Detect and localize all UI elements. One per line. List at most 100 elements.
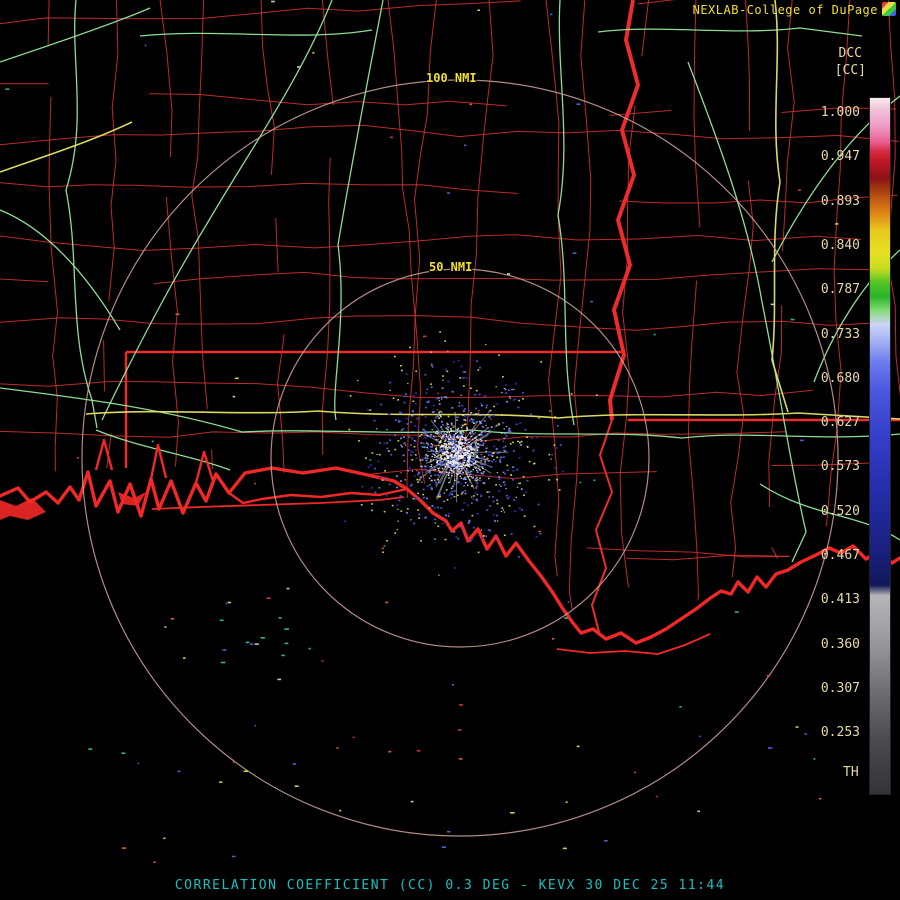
echo-pixel [459,475,462,477]
clutter-speck [766,674,771,677]
echo-pixel [464,466,466,468]
echo-pixel [424,454,427,457]
echo-pixel [436,461,438,464]
echo-pixel [484,463,487,465]
echo-pixel [501,507,504,509]
echo-pixel [468,462,471,464]
echo-pixel [449,457,452,460]
echo-pixel [549,410,551,412]
clutter-speck [441,846,447,848]
clutter-speck [153,861,157,863]
echo-pixel [496,499,499,502]
echo-pixel [417,492,419,495]
echo-pixel [441,387,444,390]
echo-pixel [467,471,470,473]
colorbar-tick-label: 0.307 [820,680,860,696]
clutter-speck [225,602,228,605]
echo-pixel [483,456,486,458]
range-ring-label-100nmi: 100 NMI [426,71,477,85]
echo-pixel [487,427,489,429]
echo-pixel [458,446,460,449]
clutter-speck [231,855,236,858]
echo-pixel [481,463,483,466]
echo-pixel [479,469,481,471]
echo-pixel [388,450,390,452]
echo-pixel [467,415,470,417]
echo-pixel [456,456,459,458]
echo-pixel [396,528,399,531]
echo-pixel [471,514,474,517]
echo-pixel [383,442,386,445]
echo-pixel [420,481,423,484]
echo-pixel [463,459,466,462]
echo-pixel [471,538,474,541]
echo-pixel [457,454,459,456]
echo-pixel [408,467,411,469]
echo-pixel [445,427,448,429]
echo-pixel [434,416,437,419]
echo-pixel [462,410,465,412]
echo-pixel [437,444,440,447]
echo-pixel [539,532,542,535]
echo-pixel [517,440,519,443]
echo-pixel [410,450,413,453]
echo-pixel [492,496,495,498]
echo-pixel [430,459,432,461]
echo-pixel [464,371,466,373]
echo-pixel [438,403,441,405]
echo-pixel [429,435,432,437]
echo-pixel [414,454,417,456]
echo-pixel [438,469,440,471]
clutter-speck [321,660,324,662]
echo-pixel [481,472,484,475]
echo-pixel [468,473,471,475]
echo-pixel [470,451,473,453]
echo-pixel [405,512,408,514]
echo-pixel [450,497,453,499]
echo-pixel [393,355,396,358]
echo-pixel [522,398,524,400]
echo-pixel [506,469,509,472]
echo-pixel [440,507,443,509]
echo-pixel [400,472,402,474]
echo-pixel [426,497,428,500]
echo-pixel [482,471,485,473]
clutter-speck [249,643,254,645]
echo-pixel [426,457,429,460]
colorbar-tick-label: 0.627 [820,415,860,431]
echo-pixel [446,499,449,501]
echo-pixel [460,493,463,495]
echo-pixel [443,459,445,461]
echo-pixel [402,436,405,438]
echo-pixel [378,487,381,489]
county-line [0,315,880,331]
echo-pixel [376,453,378,456]
clutter-speck [294,785,299,787]
clutter-speck [278,617,282,619]
echo-pixel [448,481,450,484]
county-line [159,0,179,467]
echo-pixel [509,443,512,445]
echo-pixel [561,470,564,473]
echo-pixel [439,473,442,475]
echo-pixel [520,440,523,443]
echo-pixel [389,439,392,442]
echo-pixel [457,440,460,443]
echo-pixel [486,433,489,435]
clutter-speck [416,750,421,752]
echo-pixel [467,444,470,446]
product-caption: CORRELATION COEFFICIENT (CC) 0.3 DEG - K… [174,878,726,893]
echo-pixel [457,481,460,483]
echo-pixel [461,463,464,465]
echo-pixel [455,432,457,434]
echo-pixel [448,447,451,450]
echo-pixel [486,509,489,511]
echo-pixel [412,431,414,433]
echo-pixel [526,436,529,439]
colorbar-tick-label: 0.893 [820,193,860,209]
echo-pixel [411,459,414,461]
echo-pixel [488,496,490,498]
clutter-speck [507,273,511,275]
echo-pixel [446,370,449,373]
echo-pixel [453,490,456,492]
